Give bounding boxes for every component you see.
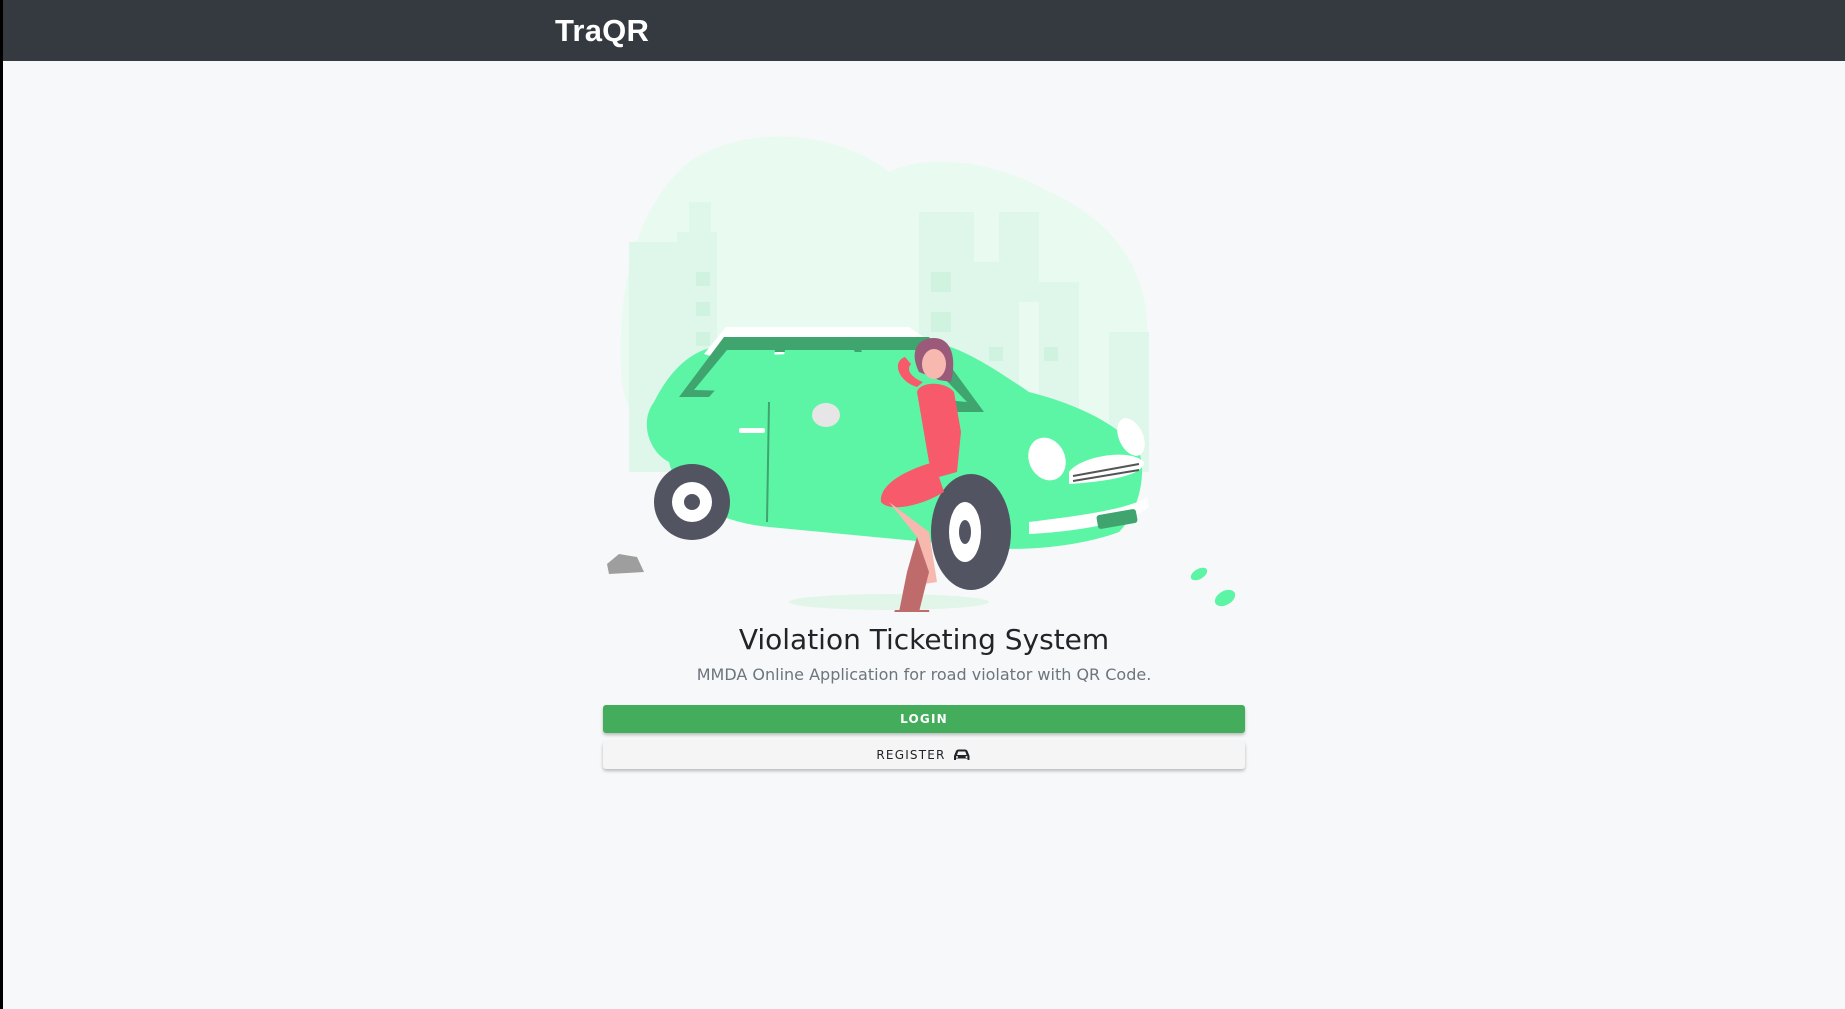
- navbar: TraQR: [3, 0, 1845, 61]
- hero-illustration: [607, 136, 1236, 612]
- page-title: Violation Ticketing System: [738, 623, 1110, 656]
- leaf: [1190, 567, 1208, 581]
- rock: [607, 554, 644, 574]
- register-button[interactable]: REGISTER: [603, 741, 1245, 769]
- page-subtitle: MMDA Online Application for road violato…: [696, 665, 1152, 684]
- leaf: [1214, 589, 1236, 607]
- brand-logo[interactable]: TraQR: [555, 11, 649, 51]
- car-icon: [952, 747, 972, 763]
- register-button-label: REGISTER: [876, 748, 946, 762]
- ground-shadow: [789, 594, 989, 610]
- login-button-label: LOGIN: [900, 712, 948, 726]
- page: TraQR Violation Ticketing System MMDA On…: [3, 0, 1845, 1009]
- login-button[interactable]: LOGIN: [603, 705, 1245, 733]
